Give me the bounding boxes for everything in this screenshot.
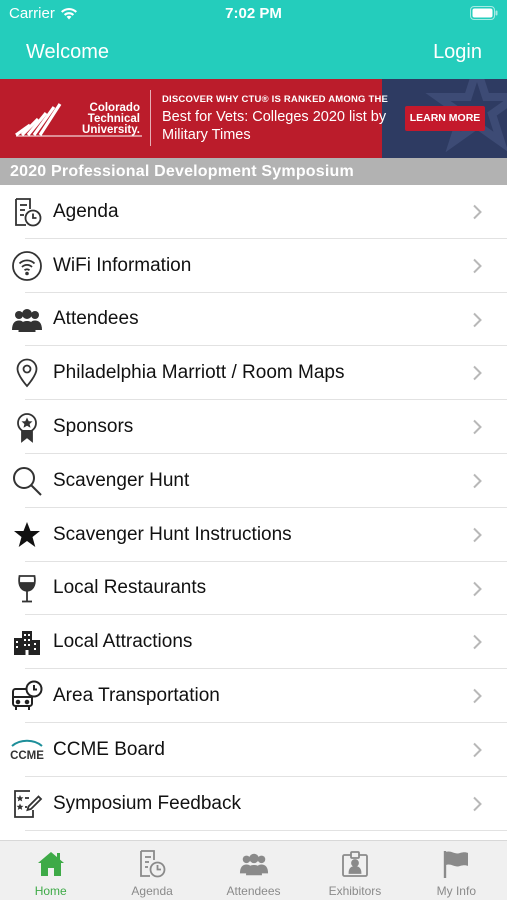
row-divider — [25, 829, 507, 831]
chevron-right-icon — [473, 796, 482, 811]
tab-label: Attendees — [226, 884, 281, 898]
ribbon-star-icon — [10, 410, 44, 444]
tab-exhibitors[interactable]: Exhibitors — [304, 841, 405, 900]
menu-item-room-maps[interactable]: Philadelphia Marriott / Room Maps — [0, 346, 507, 401]
chevron-right-icon — [473, 473, 482, 489]
wine-glass-icon — [10, 572, 44, 606]
menu-item-agenda[interactable]: Agenda — [0, 185, 507, 239]
chevron-right-icon — [473, 581, 482, 596]
menu-item-label: Philadelphia Marriott / Room Maps — [53, 362, 345, 384]
menu-item-label: Local Attractions — [53, 631, 193, 653]
location-pin-icon — [10, 356, 44, 390]
city-buildings-icon — [10, 625, 44, 659]
ctu-logo-text: Colorado Technical University. — [58, 102, 140, 136]
chevron-right-icon — [473, 366, 482, 381]
login-button[interactable]: Login — [433, 41, 482, 64]
navigation-bar: Welcome Login — [0, 28, 507, 79]
menu-list: Agenda WiFi Information Attendees Philad… — [0, 185, 507, 831]
home-icon — [37, 852, 64, 876]
menu-item-sponsors[interactable]: Sponsors — [0, 400, 507, 454]
menu-item-scavenger-hunt[interactable]: Scavenger Hunt — [0, 454, 507, 508]
chevron-right-icon — [473, 312, 482, 327]
menu-item-label: Local Restaurants — [53, 577, 207, 599]
menu-item-label: Sponsors — [53, 416, 134, 438]
chevron-right-icon — [473, 688, 482, 704]
menu-item-label: Symposium Feedback — [53, 792, 241, 814]
tab-label: Exhibitors — [328, 884, 382, 898]
menu-item-label: Attendees — [53, 308, 139, 330]
chevron-right-icon — [473, 742, 482, 758]
star-icon — [10, 518, 44, 552]
banner-divider — [150, 90, 151, 146]
tab-attendees[interactable]: Attendees — [203, 841, 304, 900]
menu-item-symposium-feedback[interactable]: Symposium Feedback — [0, 777, 507, 831]
section-title: 2020 Professional Development Symposium — [0, 158, 507, 185]
tab-label: Agenda — [131, 884, 173, 898]
magnifier-icon — [10, 464, 44, 498]
clock: 7:02 PM — [225, 5, 282, 22]
chevron-right-icon — [473, 204, 482, 220]
menu-item-label: CCME Board — [53, 738, 165, 760]
tab-my-info[interactable]: My Info — [406, 841, 507, 900]
people-icon — [239, 853, 268, 876]
ccme-logo-text: CCME — [10, 750, 44, 762]
menu-item-attendees[interactable]: Attendees — [0, 293, 507, 347]
agenda-clock-icon — [10, 195, 44, 229]
banner-headline: Best for Vets: Colleges 2020 list by Mil… — [162, 109, 387, 143]
chevron-right-icon — [473, 419, 482, 435]
menu-item-local-attractions[interactable]: Local Attractions — [0, 615, 507, 670]
status-bar: Carrier 7:02 PM — [0, 0, 507, 28]
tab-label: My Info — [436, 884, 476, 898]
menu-item-scavenger-hunt-instructions[interactable]: Scavenger Hunt Instructions — [0, 508, 507, 562]
ccme-logo-icon: CCME — [10, 733, 44, 767]
menu-item-ccme-board[interactable]: CCME CCME Board — [0, 723, 507, 777]
feedback-form-icon — [10, 787, 44, 821]
battery-icon — [470, 6, 498, 20]
badge-icon — [342, 851, 368, 877]
chevron-right-icon — [473, 258, 482, 274]
menu-item-local-restaurants[interactable]: Local Restaurants — [0, 562, 507, 616]
menu-item-label: WiFi Information — [53, 254, 192, 276]
logo-line: University. — [82, 124, 140, 136]
chevron-right-icon — [473, 527, 482, 542]
menu-item-label: Agenda — [53, 200, 119, 222]
tab-home[interactable]: Home — [0, 841, 101, 900]
menu-item-wifi-information[interactable]: WiFi Information — [0, 239, 507, 293]
chevron-right-icon — [473, 635, 482, 650]
tab-label: Home — [34, 884, 67, 898]
menu-item-area-transportation[interactable]: Area Transportation — [0, 669, 507, 723]
menu-item-label: Scavenger Hunt Instructions — [53, 523, 292, 545]
tab-agenda[interactable]: Agenda — [101, 841, 202, 900]
bus-clock-icon — [10, 679, 44, 713]
tab-bar: Home Agenda Attendees Exhibitors My Info — [0, 840, 507, 900]
ad-banner[interactable]: Colorado Technical University. DISCOVER … — [0, 79, 507, 158]
flag-icon — [444, 851, 469, 878]
learn-more-button[interactable]: LEARN MORE — [405, 106, 485, 131]
banner-kicker: DISCOVER WHY CTU® IS RANKED AMONG THE — [162, 94, 389, 105]
wifi-icon — [10, 249, 44, 283]
menu-item-label: Area Transportation — [53, 685, 220, 707]
nav-title: Welcome — [26, 41, 109, 63]
agenda-clock-icon — [140, 850, 166, 878]
menu-item-label: Scavenger Hunt — [53, 469, 190, 491]
people-icon — [10, 303, 44, 337]
